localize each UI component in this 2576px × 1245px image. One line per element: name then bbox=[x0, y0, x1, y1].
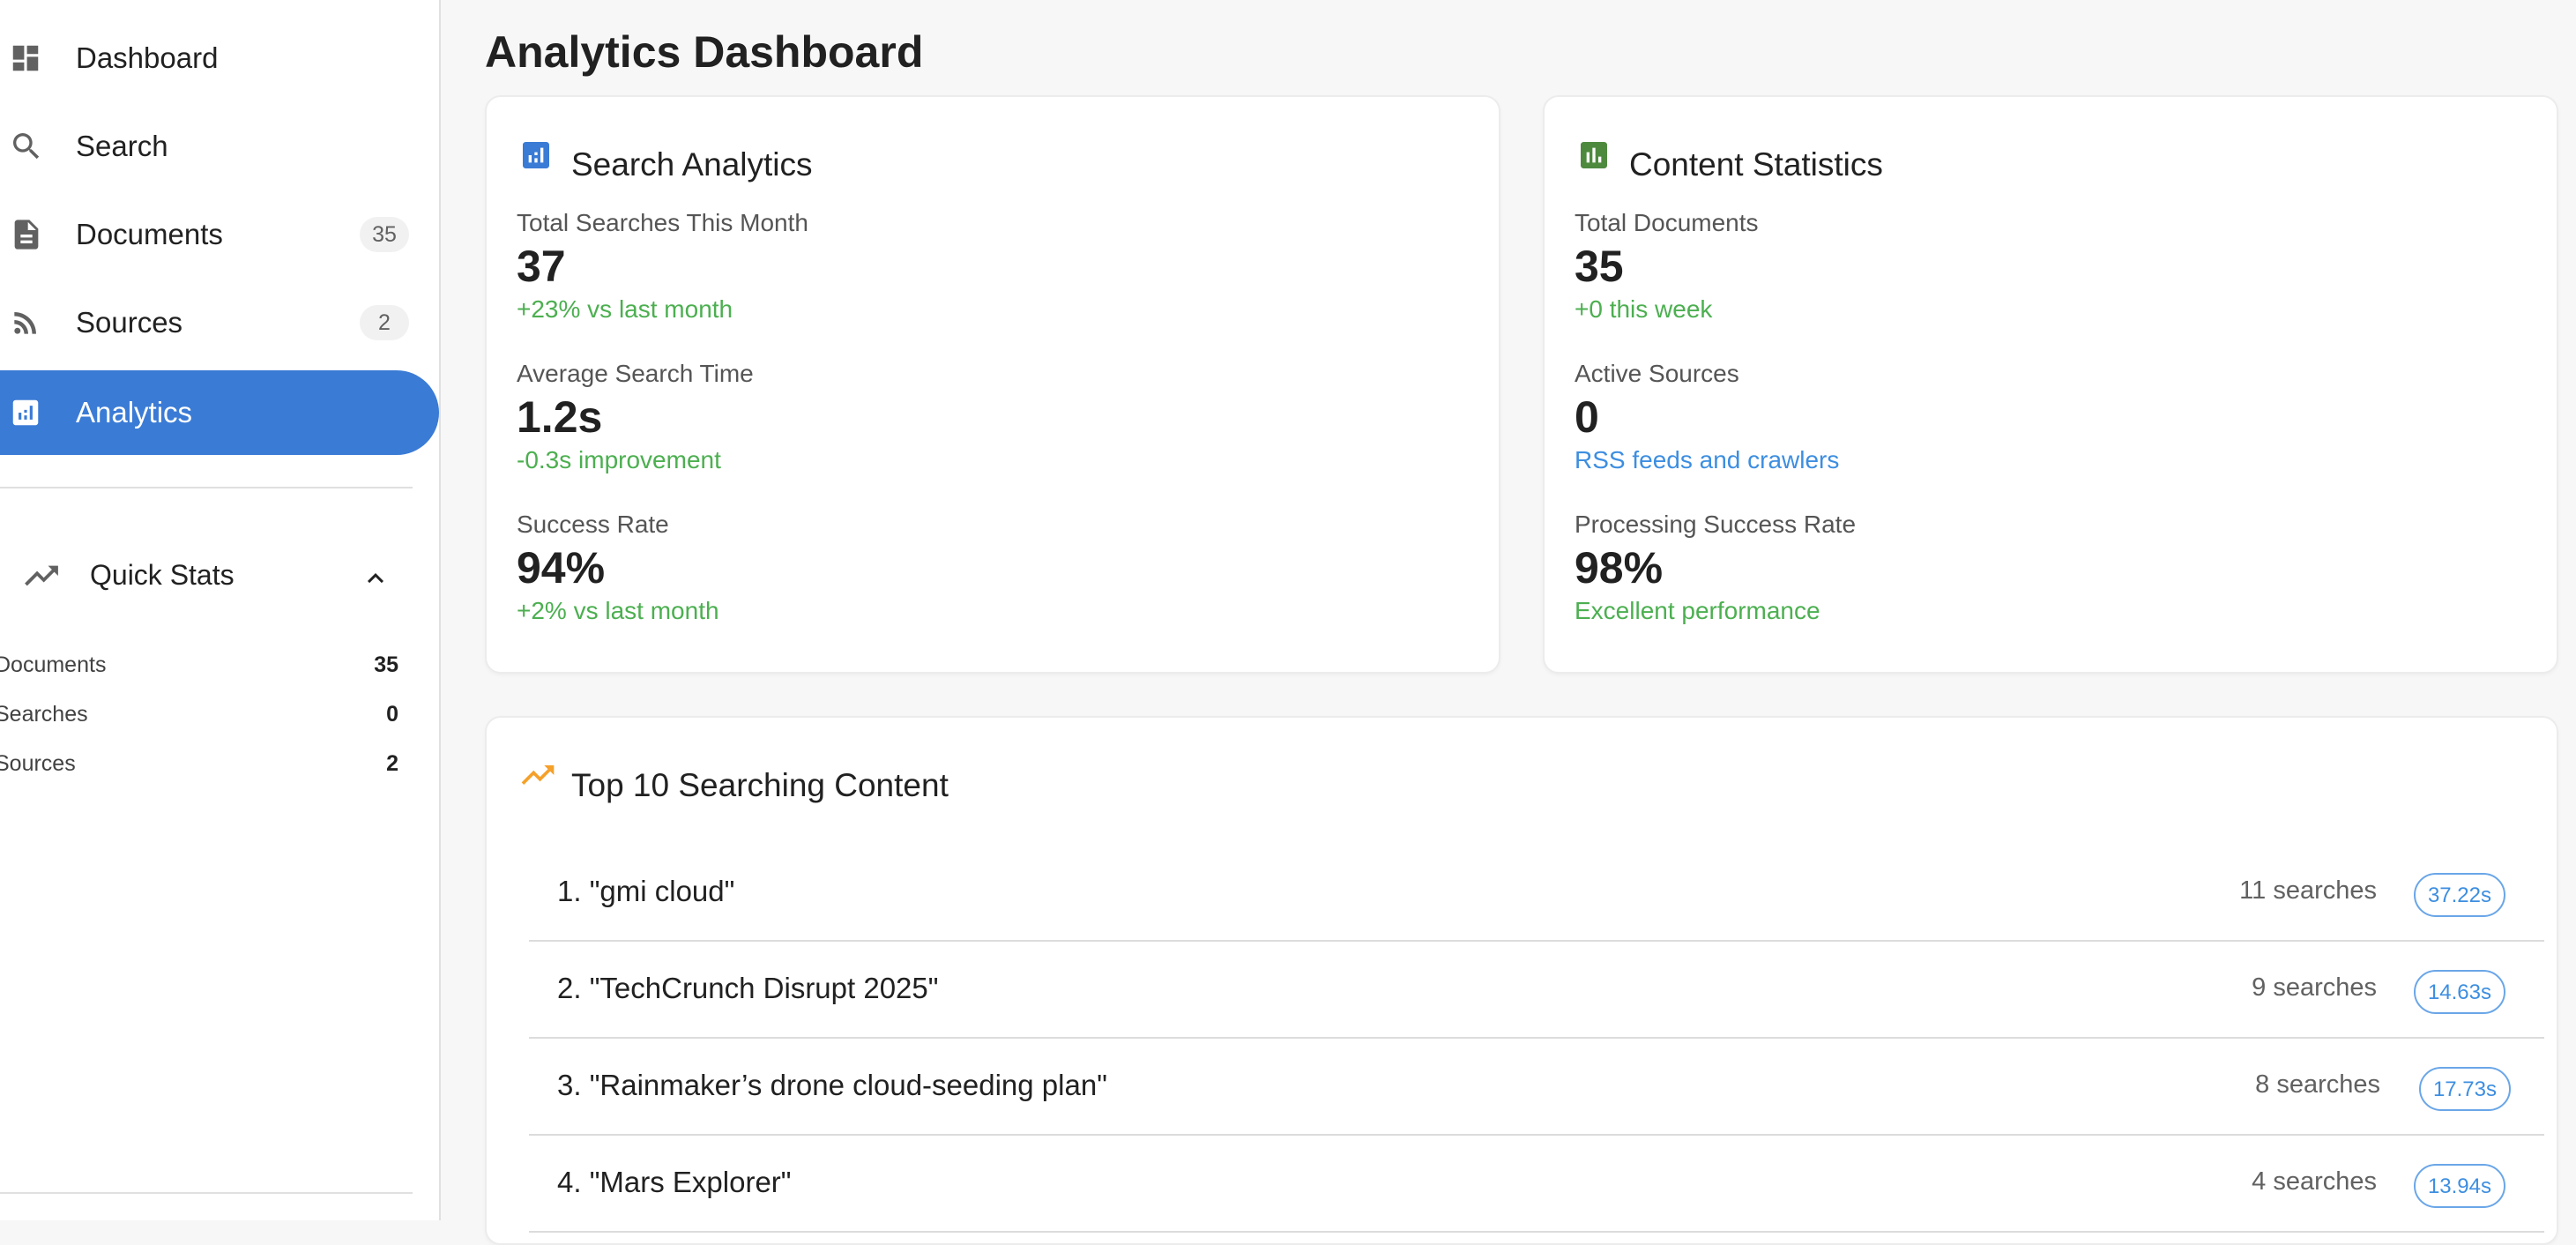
metric-change: +2% vs last month bbox=[517, 597, 719, 624]
quick-stat-label: Documents bbox=[0, 652, 107, 677]
query-text: 2. "TechCrunch Disrupt 2025" bbox=[557, 972, 939, 1004]
sidebar-item-search[interactable]: Search bbox=[0, 104, 439, 189]
metric-change: +0 this week bbox=[1575, 295, 1713, 323]
metric-label: Processing Success Rate bbox=[1575, 511, 1857, 538]
search-analytics-card: Search Analytics Total Searches This Mon… bbox=[485, 95, 1500, 674]
top-searching-content-card: Top 10 Searching Content 1. "gmi cloud" … bbox=[485, 716, 2558, 1245]
divider bbox=[0, 487, 413, 488]
metric-value: 1.2s bbox=[517, 392, 603, 442]
search-count: 9 searches bbox=[2252, 973, 2377, 1002]
search-count: 8 searches bbox=[2255, 1070, 2380, 1099]
divider bbox=[0, 1192, 413, 1194]
metric-processing-success-rate: Processing Success Rate 98% Excellent pe… bbox=[1575, 508, 1856, 628]
list-item[interactable]: 1. "gmi cloud" 11 searches 37.22s bbox=[529, 846, 2544, 942]
metric-label: Success Rate bbox=[517, 511, 669, 538]
search-icon bbox=[9, 125, 44, 168]
quick-stat-label: Sources bbox=[0, 751, 76, 776]
analytics-icon bbox=[9, 391, 44, 434]
metric-label: Average Search Time bbox=[517, 360, 754, 387]
time-badge: 17.73s bbox=[2418, 1067, 2511, 1111]
quick-stat-value: 35 bbox=[374, 652, 398, 677]
metric-value: 0 bbox=[1575, 392, 1599, 442]
search-count: 4 searches bbox=[2252, 1167, 2377, 1196]
chevron-up-icon[interactable] bbox=[360, 563, 391, 599]
metric-average-search-time: Average Search Time 1.2s -0.3s improveme… bbox=[517, 357, 754, 477]
metric-total-searches: Total Searches This Month 37 +23% vs las… bbox=[517, 206, 808, 326]
sidebar: Dashboard Search Documents 35 Sources 2 … bbox=[0, 0, 441, 1220]
time-badge: 13.94s bbox=[2413, 1164, 2505, 1208]
sidebar-item-dashboard[interactable]: Dashboard bbox=[0, 16, 439, 101]
sidebar-item-sources[interactable]: Sources 2 bbox=[0, 280, 439, 365]
sidebar-item-label: Sources bbox=[76, 306, 183, 339]
quick-stat-value: 2 bbox=[386, 751, 398, 776]
query-text: 4. "Mars Explorer" bbox=[557, 1166, 792, 1198]
bar-chart-icon bbox=[1576, 138, 1612, 173]
sidebar-item-label: Dashboard bbox=[76, 41, 219, 74]
sidebar-item-label: Search bbox=[76, 130, 168, 162]
metric-value: 35 bbox=[1575, 242, 1624, 291]
time-badge: 37.22s bbox=[2413, 873, 2505, 917]
analytics-icon bbox=[518, 138, 554, 173]
sidebar-item-documents[interactable]: Documents 35 bbox=[0, 192, 439, 277]
metric-total-documents: Total Documents 35 +0 this week bbox=[1575, 206, 1759, 326]
list-item[interactable]: 4. "Mars Explorer" 4 searches 13.94s bbox=[529, 1137, 2544, 1233]
list-item[interactable]: 3. "Rainmaker’s drone cloud-seeding plan… bbox=[529, 1040, 2544, 1136]
metric-value: 94% bbox=[517, 543, 606, 593]
list-item[interactable]: 2. "TechCrunch Disrupt 2025" 9 searches … bbox=[529, 943, 2544, 1039]
card-title: Content Statistics bbox=[1629, 146, 1883, 183]
quick-stats-title: Quick Stats bbox=[90, 559, 235, 591]
trending-up-icon bbox=[518, 760, 555, 795]
metric-note: RSS feeds and crawlers bbox=[1575, 446, 1840, 473]
count-badge: 2 bbox=[360, 305, 409, 340]
metric-label: Active Sources bbox=[1575, 360, 1739, 387]
trending-up-icon bbox=[21, 561, 62, 595]
rss-icon bbox=[9, 302, 44, 344]
metric-label: Total Searches This Month bbox=[517, 209, 808, 236]
card-title: Search Analytics bbox=[571, 146, 813, 183]
page-title: Analytics Dashboard bbox=[485, 27, 924, 77]
count-badge: 35 bbox=[360, 217, 409, 252]
time-badge: 14.63s bbox=[2413, 970, 2505, 1014]
metric-value: 37 bbox=[517, 242, 566, 291]
quick-stat-row: Searches 0 bbox=[0, 702, 398, 737]
query-text: 3. "Rainmaker’s drone cloud-seeding plan… bbox=[557, 1069, 1107, 1101]
metric-label: Total Documents bbox=[1575, 209, 1759, 236]
metric-change: Excellent performance bbox=[1575, 597, 1820, 624]
sidebar-item-label: Documents bbox=[76, 218, 223, 250]
quick-stat-row: Sources 2 bbox=[0, 751, 398, 787]
quick-stat-value: 0 bbox=[386, 702, 398, 727]
content-statistics-card: Content Statistics Total Documents 35 +0… bbox=[1543, 95, 2558, 674]
metric-active-sources: Active Sources 0 RSS feeds and crawlers bbox=[1575, 357, 1839, 477]
card-title: Top 10 Searching Content bbox=[571, 767, 949, 803]
dashboard-icon bbox=[9, 37, 44, 79]
search-count: 11 searches bbox=[2239, 876, 2377, 905]
quick-stat-row: Documents 35 bbox=[0, 652, 398, 688]
query-text: 1. "gmi cloud" bbox=[557, 875, 735, 907]
metric-change: +23% vs last month bbox=[517, 295, 733, 323]
document-icon bbox=[9, 213, 44, 256]
sidebar-item-analytics[interactable]: Analytics bbox=[0, 370, 439, 455]
metric-change: -0.3s improvement bbox=[517, 446, 721, 473]
quick-stats-toggle[interactable]: Quick Stats bbox=[0, 541, 413, 612]
sidebar-item-label: Analytics bbox=[76, 396, 193, 429]
metric-success-rate: Success Rate 94% +2% vs last month bbox=[517, 508, 719, 628]
quick-stat-label: Searches bbox=[0, 702, 88, 727]
metric-value: 98% bbox=[1575, 543, 1664, 593]
